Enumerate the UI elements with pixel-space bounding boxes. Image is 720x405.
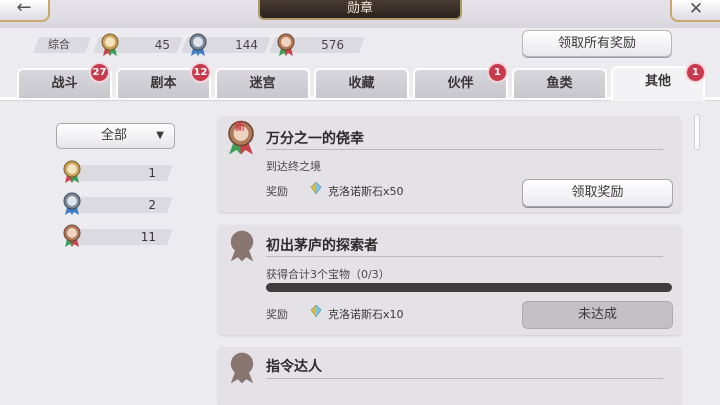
locked-medal-icon	[230, 230, 254, 262]
achievement-title: 初出茅庐的探索者	[266, 238, 378, 254]
not-achieved-button[interactable]: 未达成	[522, 301, 673, 329]
gold-medal-icon	[101, 33, 119, 56]
filter-selected-label: 全部	[101, 128, 128, 143]
achievement-card: 新 万分之一的侥幸 到达终之境 奖励 克洛诺斯石x50 领取奖励	[218, 116, 681, 212]
claim-all-rewards-button[interactable]: 领取所有奖励	[522, 30, 672, 57]
title-divider	[266, 256, 663, 257]
gold-medal-icon	[63, 160, 81, 183]
bronze-medal-icon	[63, 224, 81, 247]
silver-medal-icon	[189, 33, 207, 56]
tab-scenario-badge: 12	[190, 62, 211, 83]
rank-filter-dropdown[interactable]: 全部 ▼	[56, 123, 175, 149]
locked-medal-icon	[230, 352, 254, 384]
filter-gold-count: 1	[148, 166, 156, 180]
tab-collection[interactable]: 收藏	[314, 68, 409, 98]
dropdown-caret-icon: ▼	[156, 130, 164, 141]
silver-total-count: 144	[235, 38, 258, 52]
tab-labyrinth[interactable]: 迷宫	[215, 68, 310, 98]
reward-label: 奖励	[266, 308, 288, 321]
title-divider	[266, 378, 663, 379]
progress-bar	[266, 283, 672, 292]
tab-battle-badge: 27	[89, 62, 110, 83]
close-button[interactable]: ✕	[670, 0, 720, 22]
bronze-total-count: 576	[321, 38, 344, 52]
tab-fish[interactable]: 鱼类	[512, 68, 607, 98]
filter-bronze-count: 11	[140, 230, 156, 244]
reward-item: 克洛诺斯石x50	[328, 185, 404, 198]
gold-total-count: 45	[154, 38, 170, 52]
filter-silver-count: 2	[148, 198, 156, 212]
close-icon: ✕	[688, 0, 704, 19]
chronos-stone-icon	[310, 305, 322, 317]
new-tag: 新	[235, 122, 245, 133]
achievement-card: 指令达人	[218, 347, 681, 405]
tab-companion-badge: 1	[487, 62, 508, 83]
chronos-stone-icon	[310, 182, 322, 194]
tab-other-badge: 1	[685, 62, 706, 83]
title-divider	[266, 149, 663, 150]
achievement-description: 获得合计3个宝物（0/3）	[266, 268, 390, 281]
page-title: 勋章	[258, 0, 462, 20]
achievement-title: 指令达人	[266, 359, 322, 375]
list-scrollbar[interactable]	[694, 114, 700, 150]
reward-label: 奖励	[266, 185, 288, 198]
achievement-title: 万分之一的侥幸	[266, 131, 364, 147]
summary-label: 综合	[48, 38, 70, 51]
achievement-description: 到达终之境	[266, 160, 321, 173]
achievement-card: 初出茅庐的探索者 获得合计3个宝物（0/3） 奖励 克洛诺斯石x10 未达成	[218, 225, 681, 335]
reward-item: 克洛诺斯石x10	[328, 308, 404, 321]
back-button[interactable]: ←	[0, 0, 50, 22]
silver-medal-icon	[63, 192, 81, 215]
claim-reward-button[interactable]: 领取奖励	[522, 179, 673, 207]
bronze-medal-icon	[277, 33, 295, 56]
back-arrow-icon: ←	[16, 0, 32, 18]
